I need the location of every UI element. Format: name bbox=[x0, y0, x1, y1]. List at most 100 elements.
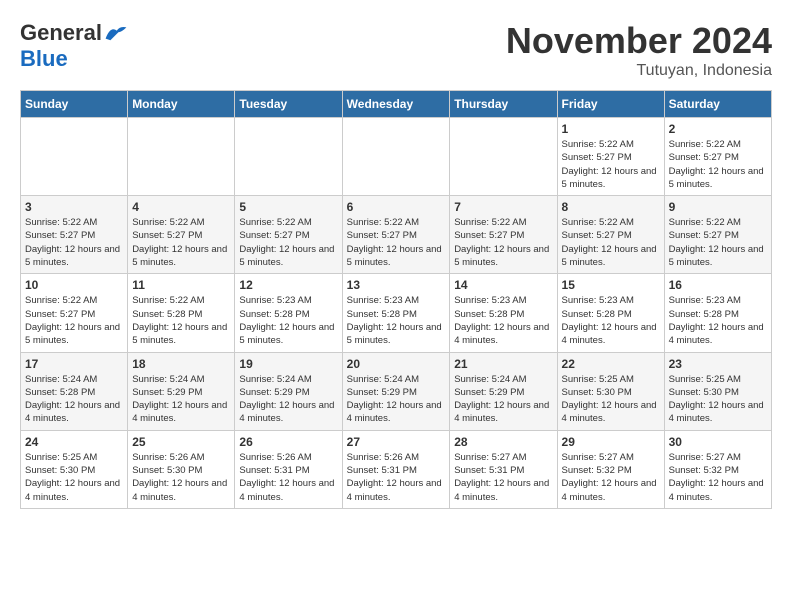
day-number: 25 bbox=[132, 435, 230, 449]
day-number: 13 bbox=[347, 278, 446, 292]
calendar-cell: 10 Sunrise: 5:22 AM Sunset: 5:27 PM Dayli… bbox=[21, 274, 128, 352]
day-number: 8 bbox=[562, 200, 660, 214]
day-number: 18 bbox=[132, 357, 230, 371]
calendar-cell: 12Sunrise: 5:23 AM Sunset: 5:28 PM Dayli… bbox=[235, 274, 342, 352]
calendar-week-row: 3 Sunrise: 5:22 AM Sunset: 5:27 PM Daylig… bbox=[21, 196, 772, 274]
day-info: Sunrise: 5:25 AM Sunset: 5:30 PM Dayligh… bbox=[669, 373, 767, 426]
day-info: Sunrise: 5:22 AM Sunset: 5:27 PM Dayligh… bbox=[239, 216, 337, 269]
day-number: 11 bbox=[132, 278, 230, 292]
header-day-wednesday: Wednesday bbox=[342, 91, 450, 118]
day-number: 14 bbox=[454, 278, 552, 292]
day-number: 3 bbox=[25, 200, 123, 214]
day-number: 12 bbox=[239, 278, 337, 292]
calendar-cell: 16 Sunrise: 5:23 AM Sunset: 5:28 PM Dayli… bbox=[664, 274, 771, 352]
day-number: 23 bbox=[669, 357, 767, 371]
calendar-cell: 17 Sunrise: 5:24 AM Sunset: 5:28 PM Dayli… bbox=[21, 352, 128, 430]
header-day-saturday: Saturday bbox=[664, 91, 771, 118]
day-info: Sunrise: 5:22 AM Sunset: 5:28 PM Dayligh… bbox=[132, 294, 230, 347]
day-number: 7 bbox=[454, 200, 552, 214]
day-info: Sunrise: 5:22 AM Sunset: 5:27 PM Dayligh… bbox=[25, 294, 123, 347]
logo-blue-text: Blue bbox=[20, 46, 68, 72]
calendar-cell: 20Sunrise: 5:24 AM Sunset: 5:29 PM Dayli… bbox=[342, 352, 450, 430]
calendar-table: SundayMondayTuesdayWednesdayThursdayFrid… bbox=[20, 90, 772, 509]
calendar-cell: 21Sunrise: 5:24 AM Sunset: 5:29 PM Dayli… bbox=[450, 352, 557, 430]
calendar-cell: 24 Sunrise: 5:25 AM Sunset: 5:30 PM Dayli… bbox=[21, 430, 128, 508]
day-number: 6 bbox=[347, 200, 446, 214]
header-day-monday: Monday bbox=[128, 91, 235, 118]
calendar-cell: 22Sunrise: 5:25 AM Sunset: 5:30 PM Dayli… bbox=[557, 352, 664, 430]
day-info: Sunrise: 5:27 AM Sunset: 5:32 PM Dayligh… bbox=[669, 451, 767, 504]
calendar-cell: 9 Sunrise: 5:22 AM Sunset: 5:27 PM Daylig… bbox=[664, 196, 771, 274]
calendar-cell: 11 Sunrise: 5:22 AM Sunset: 5:28 PM Dayli… bbox=[128, 274, 235, 352]
day-number: 16 bbox=[669, 278, 767, 292]
day-number: 19 bbox=[239, 357, 337, 371]
calendar-cell: 3 Sunrise: 5:22 AM Sunset: 5:27 PM Daylig… bbox=[21, 196, 128, 274]
header-area: General Blue November 2024 Tutuyan, Indo… bbox=[20, 20, 772, 80]
day-number: 26 bbox=[239, 435, 337, 449]
calendar-cell: 25 Sunrise: 5:26 AM Sunset: 5:30 PM Dayli… bbox=[128, 430, 235, 508]
day-info: Sunrise: 5:27 AM Sunset: 5:31 PM Dayligh… bbox=[454, 451, 552, 504]
calendar-cell: 28 Sunrise: 5:27 AM Sunset: 5:31 PM Dayli… bbox=[450, 430, 557, 508]
day-number: 4 bbox=[132, 200, 230, 214]
day-number: 17 bbox=[25, 357, 123, 371]
calendar-cell: 30Sunrise: 5:27 AM Sunset: 5:32 PM Dayli… bbox=[664, 430, 771, 508]
calendar-cell: 18 Sunrise: 5:24 AM Sunset: 5:29 PM Dayli… bbox=[128, 352, 235, 430]
day-number: 27 bbox=[347, 435, 446, 449]
day-info: Sunrise: 5:23 AM Sunset: 5:28 PM Dayligh… bbox=[454, 294, 552, 347]
day-number: 9 bbox=[669, 200, 767, 214]
calendar-cell: 14 Sunrise: 5:23 AM Sunset: 5:28 PM Dayli… bbox=[450, 274, 557, 352]
header-day-sunday: Sunday bbox=[21, 91, 128, 118]
day-info: Sunrise: 5:24 AM Sunset: 5:29 PM Dayligh… bbox=[347, 373, 446, 426]
day-number: 10 bbox=[25, 278, 123, 292]
calendar-cell bbox=[342, 118, 450, 196]
day-info: Sunrise: 5:25 AM Sunset: 5:30 PM Dayligh… bbox=[25, 451, 123, 504]
day-info: Sunrise: 5:22 AM Sunset: 5:27 PM Dayligh… bbox=[454, 216, 552, 269]
month-title: November 2024 bbox=[506, 20, 772, 62]
day-info: Sunrise: 5:22 AM Sunset: 5:27 PM Dayligh… bbox=[562, 216, 660, 269]
header-day-tuesday: Tuesday bbox=[235, 91, 342, 118]
calendar-cell: 19 Sunrise: 5:24 AM Sunset: 5:29 PM Dayli… bbox=[235, 352, 342, 430]
header-day-thursday: Thursday bbox=[450, 91, 557, 118]
calendar-cell bbox=[128, 118, 235, 196]
day-number: 2 bbox=[669, 122, 767, 136]
day-info: Sunrise: 5:22 AM Sunset: 5:27 PM Dayligh… bbox=[669, 216, 767, 269]
logo: General Blue bbox=[20, 20, 128, 72]
day-number: 5 bbox=[239, 200, 337, 214]
day-info: Sunrise: 5:23 AM Sunset: 5:28 PM Dayligh… bbox=[347, 294, 446, 347]
day-info: Sunrise: 5:26 AM Sunset: 5:31 PM Dayligh… bbox=[347, 451, 446, 504]
day-number: 24 bbox=[25, 435, 123, 449]
day-number: 28 bbox=[454, 435, 552, 449]
calendar-cell: 6 Sunrise: 5:22 AM Sunset: 5:27 PM Daylig… bbox=[342, 196, 450, 274]
location-subtitle: Tutuyan, Indonesia bbox=[506, 62, 772, 80]
calendar-cell: 2Sunrise: 5:22 AM Sunset: 5:27 PM Daylig… bbox=[664, 118, 771, 196]
calendar-week-row: 24 Sunrise: 5:25 AM Sunset: 5:30 PM Dayli… bbox=[21, 430, 772, 508]
calendar-cell bbox=[235, 118, 342, 196]
calendar-cell: 13 Sunrise: 5:23 AM Sunset: 5:28 PM Dayli… bbox=[342, 274, 450, 352]
logo-general-text: General bbox=[20, 20, 102, 46]
day-info: Sunrise: 5:24 AM Sunset: 5:29 PM Dayligh… bbox=[239, 373, 337, 426]
day-info: Sunrise: 5:22 AM Sunset: 5:27 PM Dayligh… bbox=[25, 216, 123, 269]
day-info: Sunrise: 5:23 AM Sunset: 5:28 PM Dayligh… bbox=[669, 294, 767, 347]
calendar-cell: 1Sunrise: 5:22 AM Sunset: 5:27 PM Daylig… bbox=[557, 118, 664, 196]
calendar-header-row: SundayMondayTuesdayWednesdayThursdayFrid… bbox=[21, 91, 772, 118]
calendar-cell: 5 Sunrise: 5:22 AM Sunset: 5:27 PM Daylig… bbox=[235, 196, 342, 274]
logo-bird-icon bbox=[104, 23, 128, 43]
day-number: 1 bbox=[562, 122, 660, 136]
calendar-cell: 15 Sunrise: 5:23 AM Sunset: 5:28 PM Dayli… bbox=[557, 274, 664, 352]
title-area: November 2024 Tutuyan, Indonesia bbox=[506, 20, 772, 80]
day-info: Sunrise: 5:26 AM Sunset: 5:31 PM Dayligh… bbox=[239, 451, 337, 504]
day-number: 15 bbox=[562, 278, 660, 292]
day-number: 29 bbox=[562, 435, 660, 449]
calendar-cell: 7 Sunrise: 5:22 AM Sunset: 5:27 PM Daylig… bbox=[450, 196, 557, 274]
day-info: Sunrise: 5:26 AM Sunset: 5:30 PM Dayligh… bbox=[132, 451, 230, 504]
day-info: Sunrise: 5:24 AM Sunset: 5:29 PM Dayligh… bbox=[132, 373, 230, 426]
calendar-week-row: 10 Sunrise: 5:22 AM Sunset: 5:27 PM Dayli… bbox=[21, 274, 772, 352]
day-info: Sunrise: 5:23 AM Sunset: 5:28 PM Dayligh… bbox=[562, 294, 660, 347]
day-info: Sunrise: 5:24 AM Sunset: 5:28 PM Dayligh… bbox=[25, 373, 123, 426]
calendar-cell: 8 Sunrise: 5:22 AM Sunset: 5:27 PM Daylig… bbox=[557, 196, 664, 274]
calendar-cell: 29Sunrise: 5:27 AM Sunset: 5:32 PM Dayli… bbox=[557, 430, 664, 508]
calendar-cell bbox=[450, 118, 557, 196]
day-number: 22 bbox=[562, 357, 660, 371]
calendar-cell bbox=[21, 118, 128, 196]
day-info: Sunrise: 5:22 AM Sunset: 5:27 PM Dayligh… bbox=[347, 216, 446, 269]
